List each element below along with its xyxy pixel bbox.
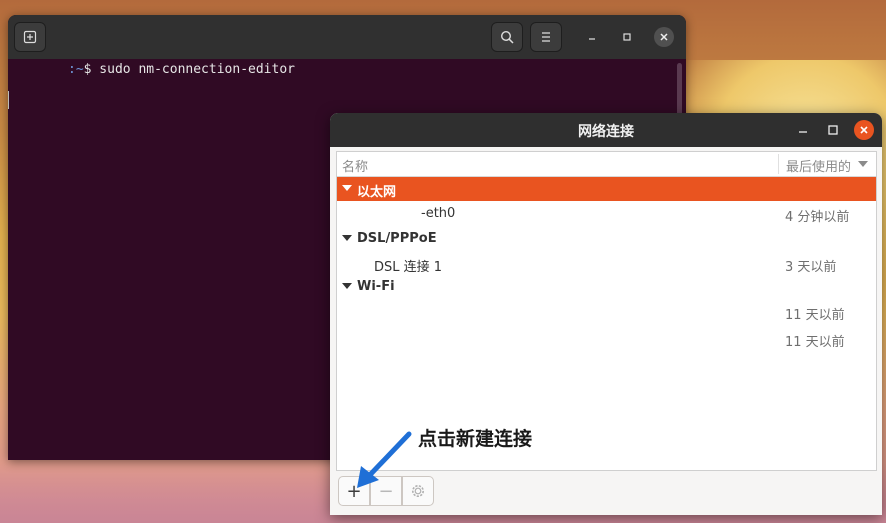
connection-name: -eth0: [421, 206, 456, 221]
connection-row[interactable]: 11 天以前: [337, 299, 876, 325]
dialog-close-button[interactable]: [854, 120, 874, 140]
group-row-dsl[interactable]: DSL/PPPoE: [337, 227, 876, 251]
menu-icon: [542, 32, 550, 42]
column-separator: [778, 154, 779, 174]
group-row-ethernet[interactable]: 以太网: [337, 177, 876, 201]
dialog-minimize-button[interactable]: [796, 122, 810, 136]
expander-down-icon[interactable]: [342, 235, 352, 241]
annotation-arrow: [357, 431, 412, 488]
close-icon: [660, 33, 668, 41]
group-label: Wi-Fi: [357, 279, 395, 294]
dialog-maximize-button[interactable]: [826, 122, 840, 136]
connection-row[interactable]: DSL 连接 1 3 天以前: [337, 251, 876, 277]
connections-list[interactable]: 名称 最后使用的 以太网 -eth0 4 分钟以前 DSL/PPPoE DSL …: [336, 151, 877, 471]
close-icon: [860, 126, 868, 134]
search-icon: [500, 30, 514, 44]
minimize-icon: [589, 38, 595, 40]
prompt-path: ~: [75, 62, 84, 77]
annotation-label: 点击新建连接: [418, 428, 533, 450]
column-header-last-used[interactable]: 最后使用的: [786, 156, 851, 175]
terminal-command: sudo nm-connection-editor: [91, 62, 295, 77]
connection-last-used: 11 天以前: [785, 335, 845, 350]
connection-last-used: 4 分钟以前: [785, 210, 850, 225]
connection-row[interactable]: 11 天以前: [337, 326, 876, 352]
maximize-icon: [623, 33, 631, 41]
sort-descending-icon: [858, 161, 868, 167]
terminal-minimize-button[interactable]: [582, 27, 602, 47]
expander-down-icon[interactable]: [342, 185, 352, 191]
group-label: DSL/PPPoE: [357, 231, 437, 246]
terminal-maximize-button[interactable]: [617, 27, 637, 47]
terminal-prompt-line: :~$ sudo nm-connection-editor: [68, 62, 295, 77]
terminal-cursor: [8, 91, 9, 109]
connection-last-used: 3 天以前: [785, 260, 837, 275]
group-row-wifi[interactable]: Wi-Fi: [337, 275, 876, 299]
menu-button[interactable]: [530, 22, 562, 52]
connection-last-used: 11 天以前: [785, 308, 845, 323]
new-tab-button[interactable]: [14, 22, 46, 52]
prompt-separator: :: [68, 62, 76, 77]
minimize-icon: [799, 131, 807, 133]
terminal-close-button[interactable]: [654, 27, 674, 47]
search-button[interactable]: [491, 22, 523, 52]
maximize-icon: [828, 125, 838, 135]
connection-name: DSL 连接 1: [374, 260, 443, 275]
connection-row[interactable]: -eth0 4 分钟以前: [337, 201, 876, 227]
new-tab-icon: [23, 30, 37, 44]
expander-down-icon[interactable]: [342, 283, 352, 289]
group-label: 以太网: [357, 185, 397, 200]
column-header-name[interactable]: 名称: [342, 156, 368, 175]
list-header: 名称 最后使用的: [337, 152, 876, 177]
dialog-header-bar: 网络连接: [330, 113, 882, 147]
terminal-header-bar: [8, 15, 686, 59]
